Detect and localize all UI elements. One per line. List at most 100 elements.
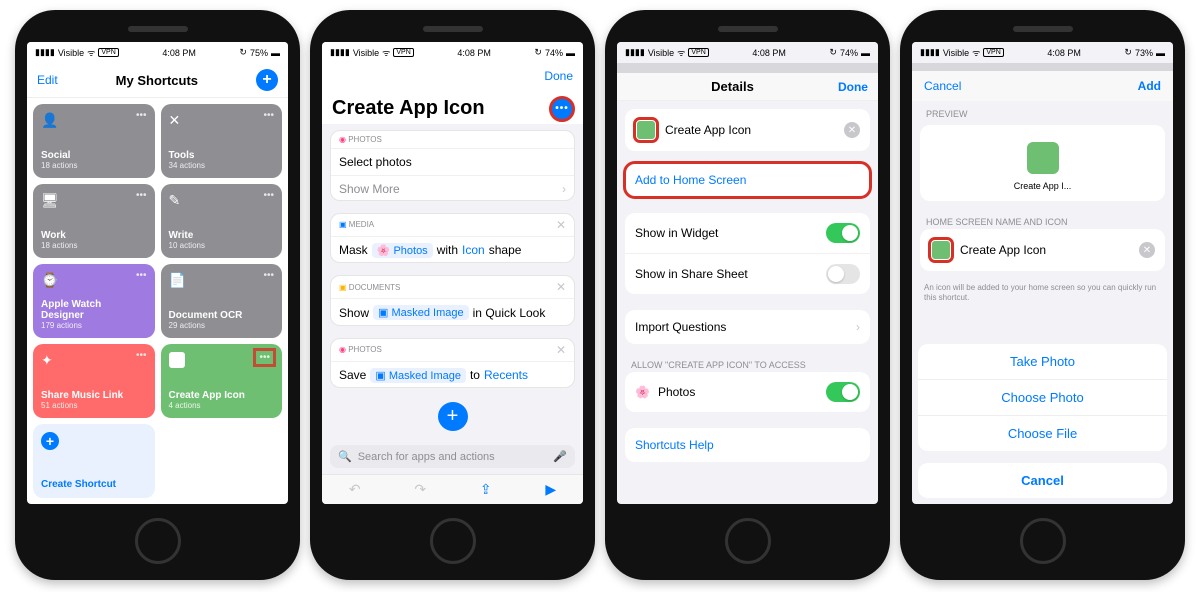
tools-icon: ✕ xyxy=(169,112,275,129)
tile-label: Write xyxy=(169,230,275,241)
document-icon: 📄 xyxy=(169,272,275,289)
tile-work[interactable]: •••🖥Work18 actions xyxy=(33,184,155,258)
home-button[interactable] xyxy=(1020,518,1066,564)
remove-action-button[interactable]: ✕ xyxy=(556,343,566,357)
home-button[interactable] xyxy=(135,518,181,564)
clear-name-button[interactable]: ✕ xyxy=(844,122,860,138)
mask-row[interactable]: Mask 🌸 Photos with Icon shape xyxy=(331,236,574,263)
tile-label: Work xyxy=(41,230,147,241)
text: in Quick Look xyxy=(473,306,546,320)
sync-icon: ↻ xyxy=(239,47,247,58)
signal-icon: ▮▮▮▮ xyxy=(330,47,350,58)
sheet-cancel-button[interactable]: Cancel xyxy=(918,463,1167,498)
signal-icon: ▮▮▮▮ xyxy=(35,47,55,58)
chevron-right-icon: › xyxy=(856,320,860,334)
battery-percent: 75% xyxy=(250,48,268,58)
text: with xyxy=(437,243,458,257)
shortcut-icon[interactable] xyxy=(635,119,657,141)
home-name-input[interactable]: Create App Icon xyxy=(960,243,1046,257)
speaker xyxy=(423,26,483,32)
sparkle-icon: ✦ xyxy=(41,352,147,369)
done-button[interactable]: Done xyxy=(544,69,573,83)
monitor-icon: 🖥 xyxy=(41,192,147,209)
show-widget-toggle[interactable] xyxy=(826,223,860,243)
more-icon[interactable]: ••• xyxy=(136,350,147,361)
add-button[interactable]: Add xyxy=(1138,79,1161,93)
photos-access-toggle[interactable] xyxy=(826,382,860,402)
icon-param[interactable]: Icon xyxy=(462,243,485,257)
shortcut-settings-button[interactable]: ••• xyxy=(551,98,573,120)
section-label: PHOTOS xyxy=(348,345,382,354)
redo-button[interactable]: ↷ xyxy=(414,481,426,498)
tile-tools[interactable]: •••✕Tools34 actions xyxy=(161,104,283,178)
tile-social[interactable]: •••👤Social18 actions xyxy=(33,104,155,178)
section-label: MEDIA xyxy=(349,220,374,229)
masked-image-variable[interactable]: ▣ Masked Image xyxy=(373,305,469,320)
clock: 4:08 PM xyxy=(752,48,786,58)
add-shortcut-button[interactable]: + xyxy=(256,69,278,91)
save-row[interactable]: Save ▣ Masked Image to Recents xyxy=(331,361,574,388)
remove-action-button[interactable]: ✕ xyxy=(556,280,566,294)
row-label: Import Questions xyxy=(635,320,726,334)
tile-create-shortcut[interactable]: +Create Shortcut xyxy=(33,424,155,498)
more-icon[interactable]: ••• xyxy=(263,270,274,281)
photos-variable[interactable]: 🌸 Photos xyxy=(372,243,433,258)
add-home-section: Add to Home Screen xyxy=(625,163,870,197)
take-photo-button[interactable]: Take Photo xyxy=(918,344,1167,380)
row-label: Show in Share Sheet xyxy=(635,267,748,281)
text: Show xyxy=(339,306,369,320)
more-icon[interactable]: ••• xyxy=(263,190,274,201)
show-more-row[interactable]: Show More› xyxy=(331,175,574,201)
show-share-toggle[interactable] xyxy=(826,264,860,284)
tile-write[interactable]: •••✎Write10 actions xyxy=(161,184,283,258)
shortcut-name-row[interactable]: Create App Icon ✕ xyxy=(625,109,870,151)
phone-4: ▮▮▮▮ Visible ᯤ VPN 4:08 PM ↻ 73% ▬ Cance… xyxy=(900,10,1185,580)
edit-button[interactable]: Edit xyxy=(37,73,58,87)
add-to-home-screen-row[interactable]: Add to Home Screen xyxy=(625,163,870,197)
more-icon[interactable]: ••• xyxy=(136,110,147,121)
sync-icon: ↻ xyxy=(534,47,542,58)
undo-button[interactable]: ↶ xyxy=(349,481,361,498)
search-bar[interactable]: 🔍 Search for apps and actions 🎤 xyxy=(330,445,575,468)
vpn-badge: VPN xyxy=(98,48,118,57)
choose-file-button[interactable]: Choose File xyxy=(918,416,1167,451)
toolbar: ↶ ↷ ⇪ ▶ xyxy=(322,474,583,504)
allow-access-label: ALLOW "CREATE APP ICON" TO ACCESS xyxy=(617,352,878,372)
mic-icon[interactable]: 🎤 xyxy=(553,450,567,463)
choose-photo-button[interactable]: Choose Photo xyxy=(918,380,1167,416)
import-questions-row[interactable]: Import Questions › xyxy=(625,310,870,344)
person-icon: 👤 xyxy=(41,112,147,129)
home-icon-button[interactable] xyxy=(930,239,952,261)
more-icon[interactable]: ••• xyxy=(263,110,274,121)
more-icon[interactable]: ••• xyxy=(255,350,274,365)
more-icon[interactable]: ••• xyxy=(136,190,147,201)
add-action-button[interactable]: + xyxy=(438,402,468,431)
import-section: Import Questions › xyxy=(625,310,870,344)
tile-apple-watch-designer[interactable]: •••⌚Apple Watch Designer179 actions xyxy=(33,264,155,338)
home-button[interactable] xyxy=(430,518,476,564)
shortcuts-help-row[interactable]: Shortcuts Help xyxy=(625,428,870,462)
recents-param[interactable]: Recents xyxy=(484,368,528,382)
select-photos-row[interactable]: Select photos xyxy=(331,148,574,175)
remove-action-button[interactable]: ✕ xyxy=(556,218,566,232)
run-button[interactable]: ▶ xyxy=(545,481,556,498)
clear-input-button[interactable]: ✕ xyxy=(1139,242,1155,258)
share-button[interactable]: ⇪ xyxy=(480,481,492,498)
sheet-header: Cancel Add xyxy=(912,71,1173,101)
done-button[interactable]: Done xyxy=(838,80,868,94)
show-row[interactable]: Show ▣ Masked Image in Quick Look xyxy=(331,298,574,325)
wifi-icon: ᯤ xyxy=(677,46,685,59)
tile-sub: 10 actions xyxy=(169,241,275,250)
tile-label: Create App Icon xyxy=(169,390,275,401)
home-button[interactable] xyxy=(725,518,771,564)
tile-create-app-icon[interactable]: •••Create App Icon4 actions xyxy=(161,344,283,418)
battery-icon: ▬ xyxy=(566,48,575,58)
search-icon: 🔍 xyxy=(338,450,352,463)
status-bar: ▮▮▮▮ Visible ᯤ VPN 4:08 PM ↻ 74% ▬ xyxy=(617,42,878,63)
masked-image-variable[interactable]: ▣ Masked Image xyxy=(370,368,466,383)
battery-percent: 73% xyxy=(1135,48,1153,58)
more-icon[interactable]: ••• xyxy=(136,270,147,281)
tile-document-ocr[interactable]: •••📄Document OCR29 actions xyxy=(161,264,283,338)
cancel-button[interactable]: Cancel xyxy=(924,79,961,93)
tile-share-music-link[interactable]: •••✦Share Music Link51 actions xyxy=(33,344,155,418)
